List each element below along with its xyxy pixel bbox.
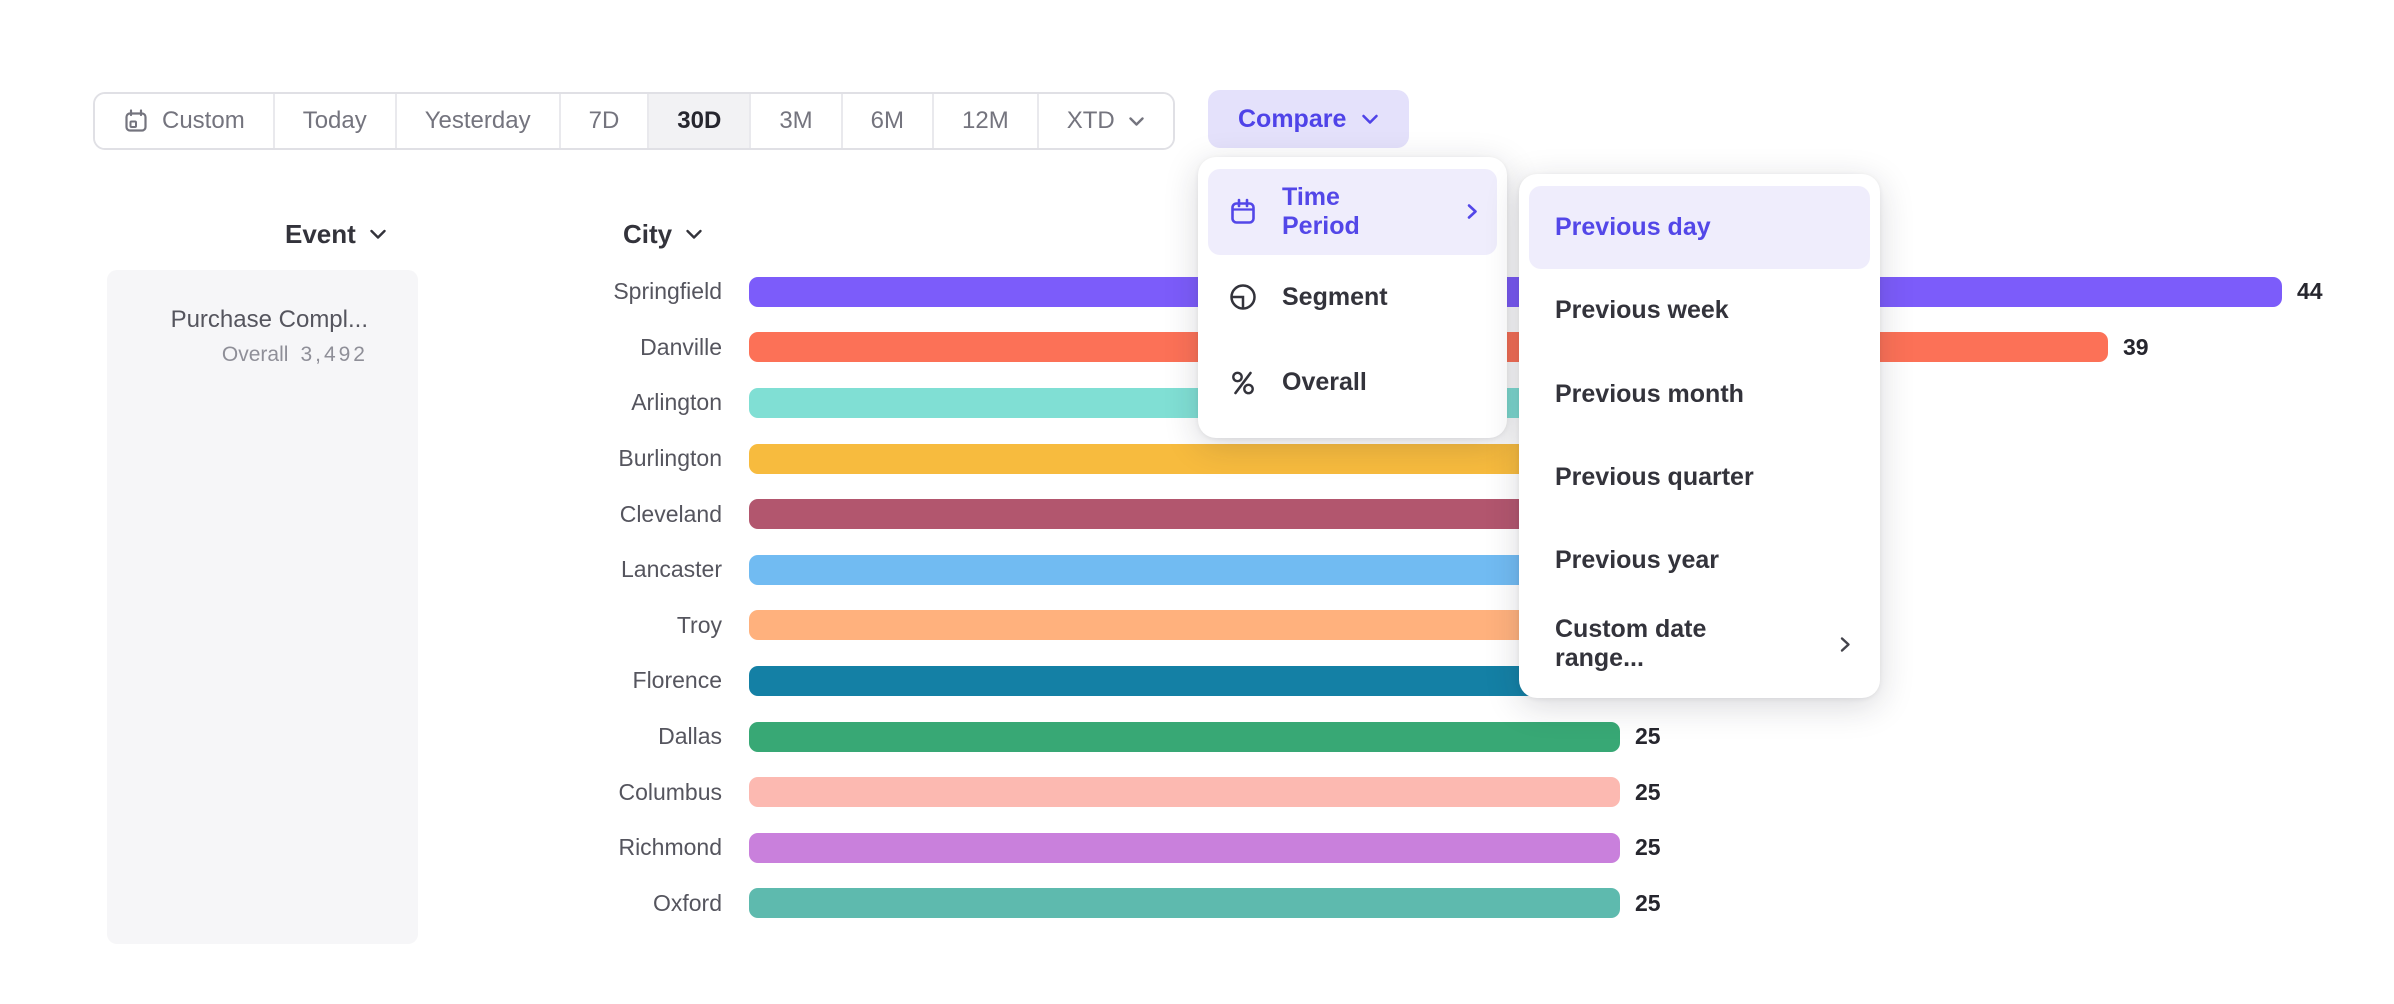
toolbar-button-today[interactable]: Today bbox=[273, 94, 395, 148]
bar-row-florence: Florence bbox=[0, 653, 2323, 709]
toolbar-button-6m[interactable]: 6M bbox=[841, 94, 932, 148]
menu-item-previous-quarter[interactable]: Previous quarter bbox=[1529, 436, 1870, 519]
menu-item-label: Previous quarter bbox=[1555, 463, 1754, 492]
date-range-toolbar: Custom Today Yesterday 7D 30D 3M 6M 12M … bbox=[93, 92, 1175, 150]
bar-label: Florence bbox=[0, 667, 722, 694]
bar-value: 25 bbox=[1635, 723, 1661, 750]
bar-label: Troy bbox=[0, 612, 722, 639]
bar-row-danville: Danville 39 bbox=[0, 320, 2323, 376]
compare-button-label: Compare bbox=[1238, 105, 1346, 134]
bar-chart: Springfield 44 Danville 39 Arlington Bur… bbox=[0, 264, 2323, 931]
menu-item-previous-day[interactable]: Previous day bbox=[1529, 186, 1870, 269]
city-header-label: City bbox=[623, 219, 672, 250]
toolbar-button-7d[interactable]: 7D bbox=[559, 94, 648, 148]
menu-item-previous-year[interactable]: Previous year bbox=[1529, 519, 1870, 602]
bar-value: 25 bbox=[1635, 890, 1661, 917]
bar-row-cleveland: Cleveland bbox=[0, 486, 2323, 542]
bar[interactable] bbox=[749, 833, 1620, 863]
bar[interactable] bbox=[749, 777, 1620, 807]
event-column-header[interactable]: Event bbox=[285, 219, 387, 250]
toolbar-button-label: 7D bbox=[589, 107, 620, 135]
chevron-down-icon bbox=[369, 228, 387, 241]
bar[interactable] bbox=[749, 888, 1620, 918]
bar-value: 25 bbox=[1635, 779, 1661, 806]
menu-item-label: Time Period bbox=[1282, 183, 1418, 241]
menu-item-label: Previous week bbox=[1555, 296, 1729, 325]
bar-label: Oxford bbox=[0, 890, 722, 917]
menu-item-segment[interactable]: Segment bbox=[1208, 255, 1497, 341]
bar-label: Lancaster bbox=[0, 556, 722, 583]
menu-item-label: Custom date range... bbox=[1555, 615, 1791, 673]
toolbar-button-label: 12M bbox=[962, 107, 1009, 135]
menu-item-label: Previous month bbox=[1555, 380, 1744, 409]
bar-row-springfield: Springfield 44 bbox=[0, 264, 2323, 320]
bar-row-richmond: Richmond 25 bbox=[0, 820, 2323, 876]
bar-value: 25 bbox=[1635, 834, 1661, 861]
menu-item-label: Previous day bbox=[1555, 213, 1711, 242]
toolbar-button-3m[interactable]: 3M bbox=[749, 94, 840, 148]
analytics-screen: Custom Today Yesterday 7D 30D 3M 6M 12M … bbox=[0, 0, 2394, 1004]
bar-row-lancaster: Lancaster bbox=[0, 542, 2323, 598]
bar-label: Cleveland bbox=[0, 501, 722, 528]
toolbar-button-custom[interactable]: Custom bbox=[95, 94, 273, 148]
menu-item-previous-month[interactable]: Previous month bbox=[1529, 353, 1870, 436]
toolbar-button-label: Yesterday bbox=[425, 107, 531, 135]
bar-label: Dallas bbox=[0, 723, 722, 750]
bar-label: Danville bbox=[0, 334, 722, 361]
menu-item-previous-week[interactable]: Previous week bbox=[1529, 269, 1870, 352]
compare-dropdown-menu: Time Period Segment bbox=[1198, 157, 1507, 438]
bar-label: Columbus bbox=[0, 779, 722, 806]
bar-row-dallas: Dallas 25 bbox=[0, 709, 2323, 765]
bar-label: Richmond bbox=[0, 834, 722, 861]
chevron-down-icon bbox=[685, 228, 703, 241]
toolbar-button-label: 3M bbox=[779, 107, 812, 135]
chevron-down-icon bbox=[1128, 115, 1145, 128]
menu-item-time-period[interactable]: Time Period bbox=[1208, 169, 1497, 255]
toolbar-button-label: 30D bbox=[677, 107, 721, 135]
bar-value: 39 bbox=[2123, 334, 2149, 361]
menu-item-label: Segment bbox=[1282, 283, 1388, 312]
bar-label: Arlington bbox=[0, 389, 722, 416]
toolbar-button-label: Custom bbox=[162, 107, 245, 135]
bar-value: 44 bbox=[2297, 278, 2323, 305]
chevron-right-icon bbox=[1466, 202, 1479, 221]
calendar-icon bbox=[1228, 197, 1258, 227]
bar[interactable] bbox=[749, 722, 1620, 752]
event-header-label: Event bbox=[285, 219, 356, 250]
compare-button[interactable]: Compare bbox=[1208, 90, 1409, 148]
bar-label: Springfield bbox=[0, 278, 722, 305]
bar-row-arlington: Arlington bbox=[0, 375, 2323, 431]
city-column-header[interactable]: City bbox=[623, 219, 703, 250]
bar-row-oxford: Oxford 25 bbox=[0, 876, 2323, 932]
toolbar-button-label: Today bbox=[303, 107, 367, 135]
menu-item-overall[interactable]: Overall bbox=[1208, 340, 1497, 426]
toolbar-button-30d[interactable]: 30D bbox=[647, 94, 749, 148]
toolbar-button-yesterday[interactable]: Yesterday bbox=[395, 94, 559, 148]
chevron-down-icon bbox=[1361, 113, 1379, 126]
toolbar-button-12m[interactable]: 12M bbox=[932, 94, 1037, 148]
segment-icon bbox=[1228, 282, 1258, 312]
menu-item-label: Overall bbox=[1282, 368, 1367, 397]
bar[interactable] bbox=[749, 277, 2282, 307]
bar-row-burlington: Burlington bbox=[0, 431, 2323, 487]
percent-icon bbox=[1228, 368, 1258, 398]
toolbar-button-label: XTD bbox=[1067, 107, 1115, 135]
toolbar-button-label: 6M bbox=[871, 107, 904, 135]
time-period-submenu: Previous day Previous week Previous mont… bbox=[1519, 174, 1880, 698]
bar-row-troy: Troy bbox=[0, 598, 2323, 654]
toolbar-button-xtd[interactable]: XTD bbox=[1037, 94, 1173, 148]
bar-row-columbus: Columbus 25 bbox=[0, 764, 2323, 820]
menu-item-label: Previous year bbox=[1555, 546, 1719, 575]
calendar-icon bbox=[123, 108, 149, 134]
chevron-right-icon bbox=[1839, 635, 1852, 654]
menu-item-custom-date-range[interactable]: Custom date range... bbox=[1529, 602, 1870, 685]
bar-label: Burlington bbox=[0, 445, 722, 472]
